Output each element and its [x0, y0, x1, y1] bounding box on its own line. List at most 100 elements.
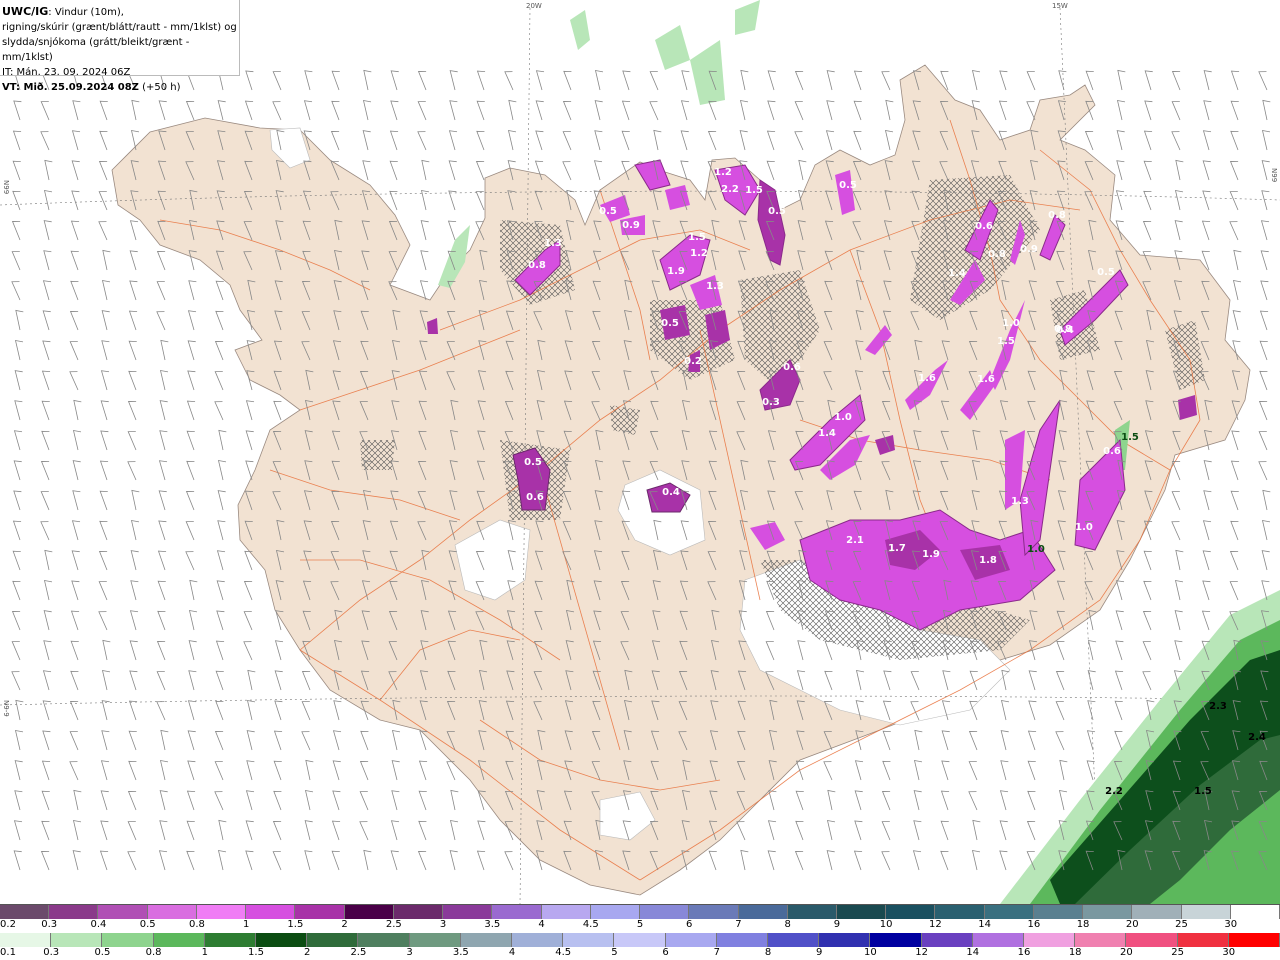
legend-rain-swatch [1228, 933, 1280, 947]
legend-rain-swatch [409, 933, 461, 947]
precip-label: 1.6 [918, 373, 936, 384]
legend-snow-label: 18 [1076, 919, 1090, 930]
precip-label: 0.5 [599, 206, 617, 217]
precip-label: 0.5 [661, 318, 679, 329]
legend-rain-swatch [716, 933, 769, 947]
legend-snow-swatch [738, 905, 788, 919]
precip-label: 0.6 [526, 492, 544, 503]
legend-snow-label: 2.5 [385, 919, 402, 930]
legend-rain-label: 0.8 [145, 947, 162, 958]
legend-rain-swatch [512, 933, 564, 947]
precip-label: 1.9 [922, 549, 940, 560]
legend-snow-swatch [886, 905, 936, 919]
precip-label: 1.2 [714, 167, 732, 178]
precip-label: 1.0 [834, 412, 852, 423]
precip-label: 1.6 [977, 374, 995, 385]
legend-snow-label: 4.5 [582, 919, 599, 930]
precip-label: 1.5 [997, 336, 1015, 347]
legend-snow-label: 10 [879, 919, 893, 930]
header-lead-time: (+50 h) [138, 82, 181, 93]
legend-snow-swatch [590, 905, 641, 919]
precip-label: 1.8 [979, 555, 997, 566]
precip-label: 0.8 [988, 249, 1006, 260]
legend-rain-label: 8 [764, 947, 772, 958]
forecast-header: UWC/IG: Vindur (10m), rigning/skúrir (gr… [0, 0, 240, 93]
legend-snow-label: 0.3 [41, 919, 58, 930]
precip-label: 0.9 [1020, 244, 1038, 255]
header-line3: slydda/snjókoma (grátt/bleikt/grænt - mm… [2, 37, 190, 63]
legend-rain-label: 5 [611, 947, 618, 958]
precip-label: 1.5 [1194, 786, 1212, 797]
legend-snow-swatch [541, 905, 591, 919]
legend-rain-swatch [768, 933, 820, 947]
precip-label: 0.5 [839, 180, 857, 191]
legend-snow-label: 12 [929, 919, 942, 930]
legend-rain-label: 18 [1068, 947, 1082, 958]
precip-label: 0.8 [528, 260, 546, 271]
precip-label: 1.5 [1121, 432, 1139, 443]
legend-snow-swatch [246, 905, 296, 919]
legend-rain-swatch [870, 933, 922, 947]
legend-rain-swatch [563, 933, 615, 947]
precip-label: 2.4 [1248, 732, 1266, 743]
precip-label: 0.8 [1048, 210, 1066, 221]
legend-rain-labels: 0.1 0.3 0.5 0.8 1 1.5 2 2.5 3 3.5 4 4.5 5 6 7 8 9 10 12 14 1… [0, 947, 1280, 960]
precip-label: 0.6 [783, 362, 801, 373]
precip-label: 1.5 [745, 185, 763, 196]
legend-rain-swatch [921, 933, 973, 947]
legend-rain-label: 4 [508, 947, 516, 958]
precip-label: 0.5 [768, 206, 786, 217]
legend-rain-label: 16 [1017, 947, 1031, 958]
header-init-time: IT: Mán. 23. 09. 2024 06Z [2, 67, 131, 78]
legend-rain-swatch [204, 933, 257, 947]
legend-snow-label: 3.5 [484, 919, 501, 930]
legend-snow-swatch [147, 905, 197, 919]
legend-snow-swatch [196, 905, 247, 919]
lat-label-64n-left: N9-9 [2, 700, 10, 717]
legend-rain-label: 14 [966, 947, 980, 958]
legend-rain-label: 1 [201, 947, 208, 958]
legend-rain-swatch [153, 933, 205, 947]
legend-rain-label: 30 [1222, 947, 1236, 958]
legend-snow-swatch [836, 905, 887, 919]
legend-snow-swatch [984, 905, 1034, 919]
legend-snow-label: 2 [341, 919, 348, 930]
legend-rain-swatch [460, 933, 513, 947]
precip-label: 2.1 [846, 535, 864, 546]
legend-snow-swatch [935, 905, 985, 919]
legend-rain-label: 2.5 [350, 947, 367, 958]
precip-label: 1.0 [1075, 522, 1093, 533]
legend-snow-label: 8 [784, 919, 791, 930]
legend-snow-swatch [1230, 905, 1280, 919]
legend-snow-label: 7 [735, 919, 742, 930]
legend-snow-swatch [49, 905, 99, 919]
lon-label-20w: 20W [526, 2, 542, 10]
legend-rain-label: 6 [662, 947, 669, 958]
legend-rain-label: 0.5 [94, 947, 111, 958]
legend-snow-label: 14 [978, 919, 991, 930]
legend-snow-swatch [1181, 905, 1231, 919]
legend-rain-label: 10 [864, 947, 877, 958]
lat-label-66n-right: N99 [1270, 168, 1278, 182]
precip-label: 0.6 [1103, 446, 1121, 457]
legend-rain-label: 7 [713, 947, 720, 958]
legend-snow-swatch [640, 905, 690, 919]
legend-rain-label: 0.3 [43, 947, 60, 958]
precip-label: 2.3 [1209, 701, 1227, 712]
precip-label: 1.3 [544, 238, 562, 249]
precip-label: 1.0 [1002, 318, 1020, 329]
legend-rain-label: 20 [1120, 947, 1133, 958]
legend-snow-label: 4 [538, 919, 545, 930]
precip-label: 0.4 [662, 487, 680, 498]
precip-label: 1.3 [706, 281, 724, 292]
lon-label-15w: 15W [1052, 2, 1068, 10]
precip-label: 0.8 [1054, 324, 1072, 335]
legend-rain-swatch [614, 933, 666, 947]
lat-label-66n-left: N99 [2, 180, 10, 194]
legend-rain-swatch [972, 933, 1025, 947]
legend-rain-label: 1.5 [248, 947, 264, 958]
legend-rain-swatch [1177, 933, 1229, 947]
legend-snow-label: 25 [1175, 919, 1188, 930]
legend-rain-swatch [1075, 933, 1127, 947]
legend-rain-label: 4.5 [555, 947, 572, 958]
